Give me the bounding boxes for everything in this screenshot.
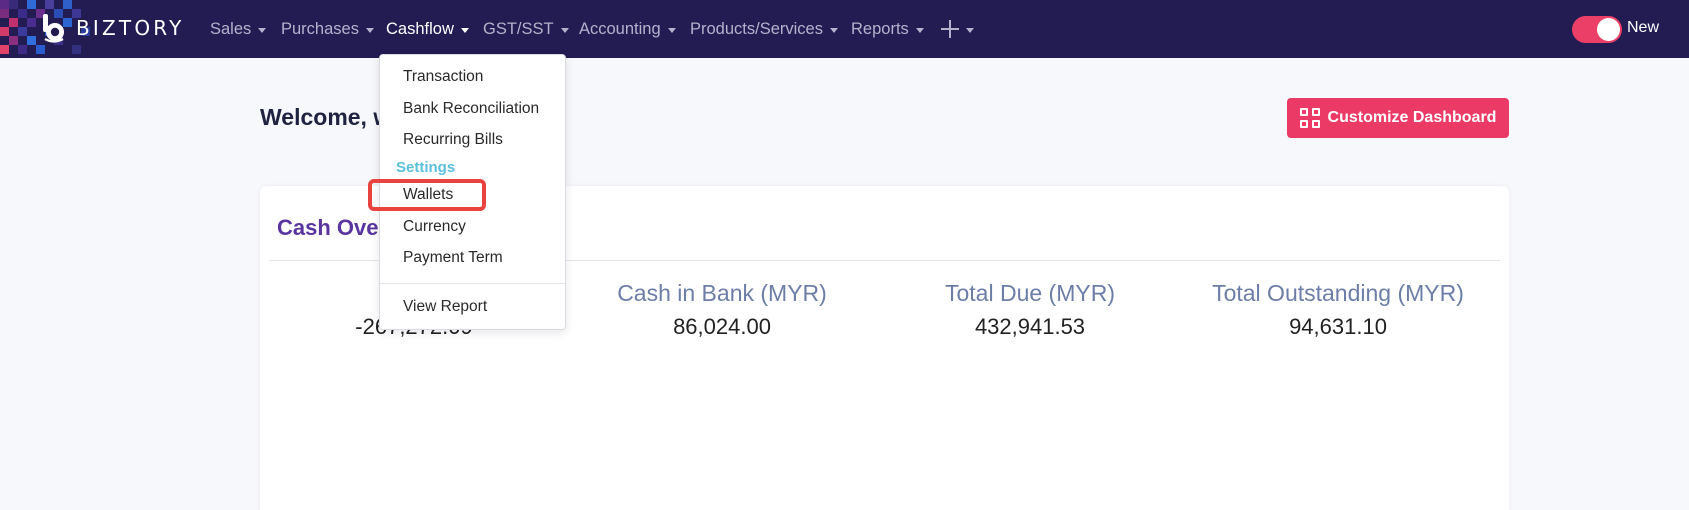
chevron-down-icon — [560, 27, 569, 33]
stat-label: Total Due (MYR) — [945, 280, 1115, 306]
logo-text: BIZTORY — [76, 16, 185, 40]
chevron-down-icon — [829, 27, 838, 33]
nav-reports-label: Reports — [851, 19, 909, 38]
stat-cash-in-bank: Cash in Bank (MYR) 86,024.00 — [568, 280, 876, 340]
nav-add-menu[interactable] — [941, 18, 974, 40]
nav-sales-label: Sales — [210, 19, 252, 38]
nav-products-services-label: Products/Services — [690, 19, 823, 38]
menu-item-currency[interactable]: Currency — [403, 218, 466, 236]
menu-section-settings: Settings — [396, 159, 456, 176]
chevron-down-icon — [365, 27, 374, 33]
nav-cashflow-label: Cashflow — [386, 19, 454, 38]
wallets-highlight-box — [368, 179, 486, 211]
stat-label: Total Outstanding (MYR) — [1212, 280, 1464, 306]
customize-dashboard-label: Customize Dashboard — [1327, 109, 1497, 126]
card-title: Cash Over — [277, 215, 388, 240]
welcome-heading: Welcome, w — [260, 104, 392, 130]
menu-item-payment-term[interactable]: Payment Term — [403, 249, 503, 267]
nav-sales[interactable]: Sales — [210, 18, 267, 40]
toggle-knob — [1597, 18, 1620, 41]
menu-item-bank-reconciliation[interactable]: Bank Reconciliation — [403, 100, 539, 118]
plus-icon — [941, 20, 959, 38]
menu-item-recurring-bills[interactable]: Recurring Bills — [403, 131, 503, 149]
stat-value: 94,631.10 — [1289, 314, 1387, 339]
stat-total-outstanding: Total Outstanding (MYR) 94,631.10 — [1184, 280, 1492, 340]
biztory-logo-icon — [40, 13, 68, 43]
nav-reports[interactable]: Reports — [851, 18, 924, 40]
chevron-down-icon — [966, 27, 974, 33]
nav-gst-sst-label: GST/SST — [483, 19, 554, 38]
nav-purchases[interactable]: Purchases — [281, 18, 374, 40]
stat-total-due: Total Due (MYR) 432,941.53 — [876, 280, 1184, 340]
new-ui-toggle[interactable] — [1572, 16, 1622, 43]
top-navbar: BIZTORY Sales Purchases Cashflow GST/SST… — [0, 0, 1689, 58]
chevron-down-icon — [667, 27, 676, 33]
chevron-down-icon — [915, 27, 924, 33]
menu-item-transaction[interactable]: Transaction — [403, 68, 483, 86]
nav-purchases-label: Purchases — [281, 19, 359, 38]
nav-cashflow[interactable]: Cashflow — [386, 18, 469, 40]
stat-value: 86,024.00 — [673, 314, 771, 339]
menu-divider — [380, 283, 565, 284]
stat-label: Cash in Bank (MYR) — [617, 280, 827, 306]
nav-accounting[interactable]: Accounting — [579, 18, 676, 40]
chevron-down-icon — [258, 27, 267, 33]
stat-value: 432,941.53 — [974, 314, 1086, 339]
biztory-logo[interactable]: BIZTORY — [40, 12, 185, 44]
nav-products-services[interactable]: Products/Services — [690, 18, 838, 40]
nav-gst-sst[interactable]: GST/SST — [483, 18, 569, 40]
nav-accounting-label: Accounting — [579, 19, 661, 38]
toggle-label: New — [1627, 19, 1660, 36]
customize-dashboard-button[interactable]: Customize Dashboard — [1287, 98, 1509, 138]
menu-item-view-report[interactable]: View Report — [403, 298, 487, 316]
grid-icon — [1299, 108, 1320, 128]
chevron-down-icon — [460, 27, 469, 33]
